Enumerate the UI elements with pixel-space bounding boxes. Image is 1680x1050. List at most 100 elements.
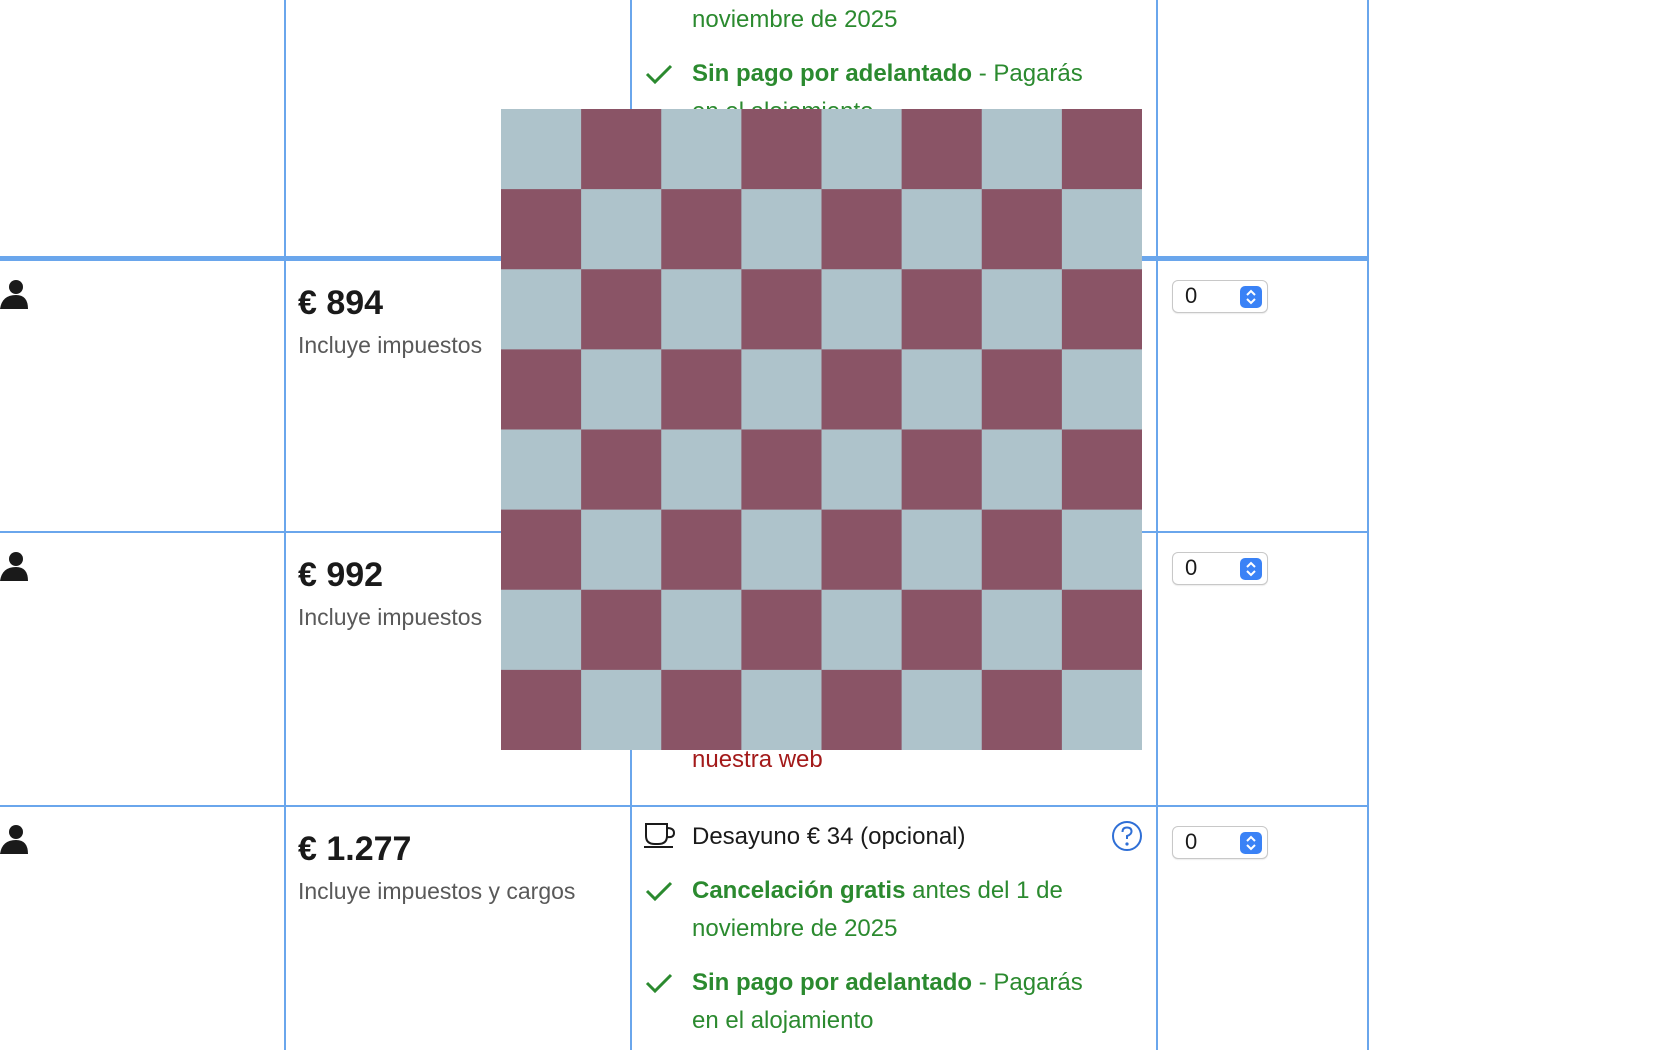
checker-square [901,349,983,431]
row3-breakfast: Desayuno € 34 (opcional) [692,823,966,850]
row3-prepay-bold: Sin pago por adelantado [692,969,973,996]
checker-square [821,269,903,351]
checker-square [581,269,663,351]
row1-price: € 894 [298,284,384,322]
checker-square [741,189,823,271]
checker-square [581,669,663,750]
checker-square [501,429,582,511]
row3-prepay-rest: - Pagarás [972,969,1083,996]
checker-square [1061,109,1142,190]
checker-square [1061,429,1142,511]
checker-square [821,429,903,511]
checker-square [661,269,743,351]
check-icon [645,973,673,994]
row3-prepay-line2: en el alojamiento [692,1007,874,1034]
column-divider-3 [1156,0,1158,1050]
checker-square [1061,349,1142,431]
column-divider-1 [284,0,286,1050]
coffee-cup-icon [644,823,676,848]
checker-square [741,589,823,671]
checker-square [821,189,903,271]
person-icon [0,552,28,581]
chevron-updown-icon[interactable] [1240,832,1262,854]
checker-square [581,429,663,511]
row2-taxes: Incluye impuestos [298,604,483,630]
chevron-updown-icon[interactable] [1240,558,1262,580]
person-icon [0,825,28,854]
checker-square [981,669,1063,750]
row3-price: € 1.277 [298,830,412,868]
checker-square [501,189,582,271]
person-icon [0,280,28,309]
checker-square [901,189,983,271]
checker-square [741,349,823,431]
row2-quantity-value: 0 [1185,555,1198,580]
checker-square [501,589,582,671]
row3-cancel-bold: Cancelación gratis [692,877,906,904]
checker-square [581,109,663,190]
row2-quantity-stepper[interactable]: 0 [1172,552,1268,585]
check-icon [645,881,673,902]
top-cancel-line2: noviembre de 2025 [692,6,898,33]
row3-quantity-value: 0 [1185,829,1198,854]
checker-square [661,109,743,190]
checker-square [501,509,582,591]
row3-prepay-line: Sin pago por adelantado - Pagarás [692,964,1132,1002]
row3-cancel-line2: noviembre de 2025 [692,915,898,942]
checker-square [901,269,983,351]
row1-taxes: Incluye impuestos [298,332,483,358]
row3-taxes: Incluye impuestos y cargos [298,878,576,904]
checker-square [981,349,1063,431]
checker-square [661,349,743,431]
checker-square [821,669,903,750]
checker-square [661,589,743,671]
checker-square [741,669,823,750]
checker-square [1061,589,1142,671]
row3-cancel-rest: antes del 1 de [905,877,1063,904]
row3-cancel-line: Cancelación gratis antes del 1 de [692,872,1132,910]
checker-square [661,509,743,591]
checker-square [821,349,903,431]
checker-square [901,429,983,511]
check-icon [645,64,673,85]
row-divider-3 [0,805,1369,807]
checker-square [821,509,903,591]
checker-square [501,109,582,190]
checker-square [581,589,663,671]
row1-quantity-stepper[interactable]: 0 [1172,280,1268,313]
checker-square [501,269,582,351]
top-prepay-line: Sin pago por adelantado - Pagarás [692,55,1132,93]
checker-square [981,429,1063,511]
checker-square [821,109,903,190]
checker-square [741,509,823,591]
row3-quantity-stepper[interactable]: 0 [1172,826,1268,859]
checker-square [901,589,983,671]
checker-square [581,189,663,271]
checker-square [1061,669,1142,750]
checker-square [1061,269,1142,351]
checker-square [981,109,1063,190]
checker-square [981,269,1063,351]
checker-square [901,509,983,591]
checker-square [741,429,823,511]
checker-square [1061,189,1142,271]
checker-square [1061,509,1142,591]
checker-square [741,269,823,351]
top-prepay-bold: Sin pago por adelantado [692,60,973,87]
row1-quantity-value: 0 [1185,283,1198,308]
checker-square [501,349,582,431]
checker-square [821,589,903,671]
checker-square [501,669,582,750]
checker-square [741,109,823,190]
row2-price: € 992 [298,556,384,594]
checker-square [981,509,1063,591]
checker-square [661,669,743,750]
checkerboard-overlay [501,109,1142,750]
checker-square [901,109,983,190]
chevron-updown-icon[interactable] [1240,286,1262,308]
checker-square [581,509,663,591]
help-icon[interactable] [1111,820,1143,852]
checker-square [581,349,663,431]
top-prepay-rest: - Pagarás [972,60,1083,87]
checker-square [981,189,1063,271]
